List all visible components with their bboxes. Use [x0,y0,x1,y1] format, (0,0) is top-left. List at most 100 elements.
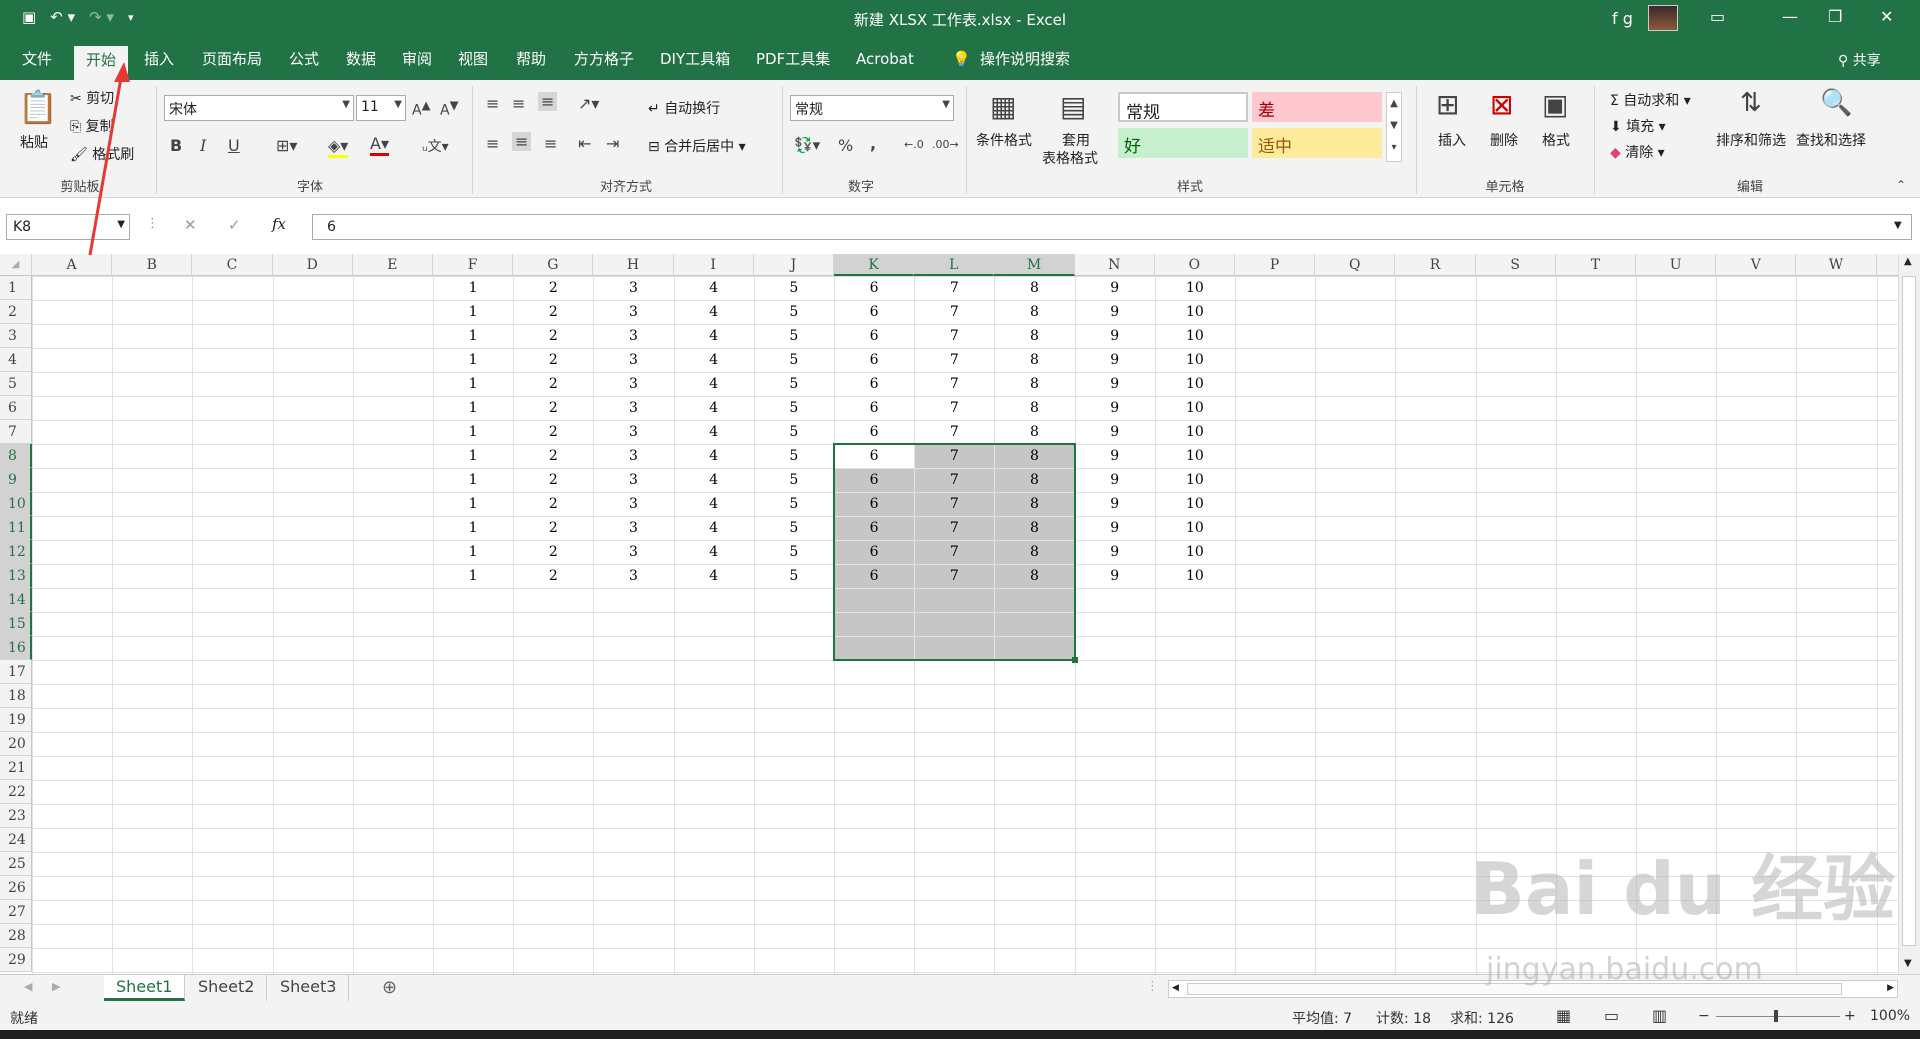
next-sheet-icon[interactable]: ▶ [52,980,60,993]
cell-j3[interactable]: 5 [754,324,834,348]
bold-button[interactable]: B [170,136,182,155]
cell-l2[interactable]: 7 [914,300,994,324]
format-as-table-line2[interactable]: 表格格式 [1042,148,1098,168]
tab-fangfang[interactable]: 方方格子 [568,38,640,80]
cell-i4[interactable]: 4 [674,348,754,372]
format-as-table-icon[interactable]: ▤ [1060,90,1086,123]
row-header-15[interactable]: 15 [0,612,32,636]
cell-k6[interactable]: 6 [834,396,914,420]
tab-page-layout[interactable]: 页面布局 [196,38,268,80]
cell-j2[interactable]: 5 [754,300,834,324]
row-header-19[interactable]: 19 [0,708,32,732]
merge-center-button[interactable]: ⊟ 合并后居中 ▾ [648,136,746,156]
cell-k2[interactable]: 6 [834,300,914,324]
style-neutral[interactable]: 适中 [1252,128,1382,158]
format-painter-button[interactable]: 🖌 格式刷 [70,144,134,164]
format-as-table-line1[interactable]: 套用 [1062,130,1090,150]
conditional-format-button[interactable]: 条件格式 [976,130,1032,150]
tab-diy-toolbox[interactable]: DIY工具箱 [654,38,736,80]
column-header-g[interactable]: G [513,254,594,276]
insert-function-icon[interactable]: fx [272,215,286,233]
cell-g11[interactable]: 2 [513,516,593,540]
column-header-w[interactable]: W [1796,254,1877,276]
delete-cells-icon[interactable]: ⊠ [1490,88,1513,121]
cell-g1[interactable]: 2 [513,276,593,300]
cell-g13[interactable]: 2 [513,564,593,588]
formula-input[interactable]: 6 [312,214,1912,240]
page-layout-view-icon[interactable]: ▭ [1604,1006,1619,1025]
zoom-slider[interactable] [1716,1016,1840,1017]
page-break-view-icon[interactable]: ▥ [1652,1006,1667,1025]
row-header-16[interactable]: 16 [0,636,32,660]
cell-j1[interactable]: 5 [754,276,834,300]
autosum-button[interactable]: Σ 自动求和 ▾ [1610,90,1691,110]
sheet-tab-3[interactable]: Sheet3 [268,975,350,1001]
row-header-27[interactable]: 27 [0,900,32,924]
cell-n11[interactable]: 9 [1075,516,1155,540]
cell-n9[interactable]: 9 [1075,468,1155,492]
cell-o12[interactable]: 10 [1155,540,1235,564]
tab-file[interactable]: 文件 [16,38,58,80]
tab-help[interactable]: 帮助 [510,38,552,80]
add-sheet-icon[interactable]: ⊕ [382,977,397,998]
row-header-1[interactable]: 1 [0,276,32,300]
cell-m6[interactable]: 8 [994,396,1074,420]
tab-view[interactable]: 视图 [452,38,494,80]
style-normal[interactable]: 常规 [1118,92,1248,123]
style-bad[interactable]: 差 [1252,92,1382,122]
select-all-corner[interactable]: ◢ [0,254,32,276]
enter-icon[interactable]: ✓ [228,216,241,234]
cell-g6[interactable]: 2 [513,396,593,420]
cell-i5[interactable]: 4 [674,372,754,396]
cell-l7[interactable]: 7 [914,420,994,444]
font-size-select[interactable]: 11 ▼ [356,95,406,121]
column-header-r[interactable]: R [1395,254,1476,276]
column-header-i[interactable]: I [674,254,754,276]
cell-j8[interactable]: 5 [754,444,834,468]
format-cells-icon[interactable]: ▣ [1542,88,1568,121]
cut-button[interactable]: ✂ 剪切 [70,88,114,108]
vertical-scrollbar[interactable]: ▲ ▼ [1898,254,1920,974]
row-header-10[interactable]: 10 [0,492,32,516]
copy-button[interactable]: ⎘ 复制 [70,116,114,136]
share-button[interactable]: ⚲ 共享 [1838,50,1881,70]
cell-f11[interactable]: 1 [433,516,513,540]
row-header-12[interactable]: 12 [0,540,32,564]
cell-h2[interactable]: 3 [593,300,673,324]
column-header-c[interactable]: C [192,254,273,276]
tab-formulas[interactable]: 公式 [283,38,325,80]
cell-m1[interactable]: 8 [994,276,1074,300]
cell-m4[interactable]: 8 [994,348,1074,372]
row-header-22[interactable]: 22 [0,780,32,804]
cell-f10[interactable]: 1 [433,492,513,516]
cell-o5[interactable]: 10 [1155,372,1235,396]
column-header-u[interactable]: U [1636,254,1717,276]
cell-o6[interactable]: 10 [1155,396,1235,420]
cell-o3[interactable]: 10 [1155,324,1235,348]
cell-i2[interactable]: 4 [674,300,754,324]
cell-n3[interactable]: 9 [1075,324,1155,348]
column-header-e[interactable]: E [353,254,433,276]
styles-scroll[interactable]: ▲ ▼ ▾ [1386,92,1402,162]
cell-g8[interactable]: 2 [513,444,593,468]
cancel-icon[interactable]: ✕ [184,216,197,234]
column-header-q[interactable]: Q [1315,254,1396,276]
cell-k7[interactable]: 6 [834,420,914,444]
cell-o11[interactable]: 10 [1155,516,1235,540]
align-left-icon[interactable]: ≡ [486,134,499,153]
row-header-29[interactable]: 29 [0,948,32,972]
cell-f8[interactable]: 1 [433,444,513,468]
cell-o10[interactable]: 10 [1155,492,1235,516]
column-header-t[interactable]: T [1556,254,1636,276]
cell-g3[interactable]: 2 [513,324,593,348]
cell-m5[interactable]: 8 [994,372,1074,396]
underline-button[interactable]: U [228,136,240,155]
row-header-2[interactable]: 2 [0,300,32,324]
row-header-7[interactable]: 7 [0,420,32,444]
cell-l4[interactable]: 7 [914,348,994,372]
font-name-select[interactable]: 宋体 ▼ [164,95,354,121]
close-icon[interactable]: ✕ [1880,7,1893,26]
cell-i6[interactable]: 4 [674,396,754,420]
zoom-slider-thumb[interactable] [1774,1010,1778,1022]
cell-k4[interactable]: 6 [834,348,914,372]
